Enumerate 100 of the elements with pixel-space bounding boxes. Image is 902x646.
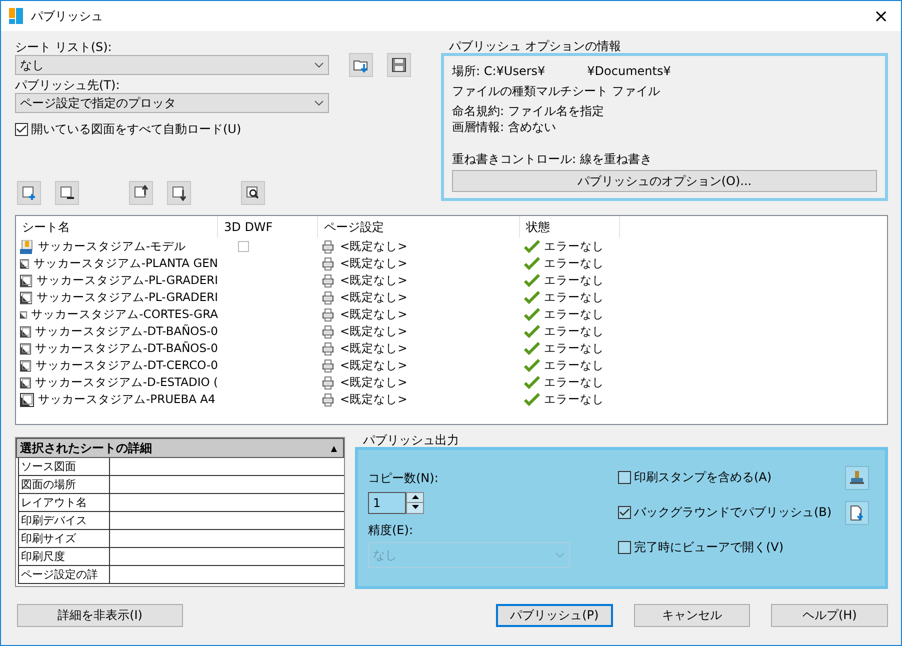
checkmark-icon [524, 274, 540, 287]
page-setup: <既定なし> [340, 256, 408, 271]
remove-sheet-icon [59, 185, 75, 201]
collapse-toggle[interactable]: ▲ [330, 444, 337, 452]
add-sheet-icon [21, 185, 37, 201]
sheet-name: サッカースタジアム-DT-BAÑOS-0 [35, 324, 218, 339]
layout-sheet-icon [20, 324, 32, 338]
document-download-icon [849, 504, 865, 520]
field-label: パブリッシュ先(T): [15, 77, 121, 93]
page-setup: <既定なし> [340, 375, 408, 390]
checkbox[interactable] [15, 123, 28, 136]
details-title: 選択されたシートの詳細 [20, 440, 152, 456]
remove-sheets-button[interactable] [55, 181, 79, 205]
detail-label: 印刷尺度 [18, 548, 110, 565]
page-setup: <既定なし> [340, 392, 408, 407]
column-header[interactable]: 状態 [520, 216, 620, 238]
plotter-icon [322, 308, 336, 322]
app-icon [9, 8, 23, 24]
page-setup: <既定なし> [340, 239, 408, 254]
copies-field[interactable]: 1 [368, 492, 406, 514]
page-setup: <既定なし> [340, 324, 408, 339]
load-list-button[interactable] [349, 53, 373, 77]
model-sheet-icon [20, 240, 34, 254]
stamp-icon [849, 470, 865, 486]
status-text: エラーなし [544, 256, 604, 271]
magnifier-icon [245, 185, 261, 201]
sheet-name: サッカースタジアム-DT-BAÑOS-0 [35, 341, 218, 356]
sheet-name: サッカースタジアム-PLANTA GEN [33, 256, 218, 271]
background-settings-button[interactable] [845, 500, 869, 524]
sheet-list-dropdown[interactable]: なし [15, 55, 329, 75]
publish-to-dropdown[interactable]: ページ設定で指定のプロッタ [15, 93, 329, 113]
layout-sheet-icon [20, 376, 31, 390]
page-setup: <既定なし> [340, 358, 408, 373]
checkbox[interactable] [618, 506, 631, 519]
sheet-name: サッカースタジアム-PL-GRADERI [36, 290, 218, 305]
status-text: エラーなし [544, 290, 604, 305]
layout-sheet-icon [20, 342, 32, 356]
details-header[interactable]: 選択されたシートの詳細 ▲ [16, 438, 344, 458]
status-text: エラーなし [544, 307, 604, 322]
dwf-checkbox[interactable] [238, 241, 249, 252]
hide-details-button[interactable]: 詳細を非表示(I) [17, 604, 184, 626]
detail-label: 図面の場所 [18, 476, 110, 493]
checkbox[interactable] [618, 471, 631, 484]
layout-sheet-icon [20, 274, 32, 288]
info-text: 重ね書きコントロール: 線を重ね書き [452, 151, 652, 168]
decrement-button[interactable] [407, 503, 423, 513]
info-text: 画層情報: [452, 119, 504, 136]
field-label: 精度(E): [368, 522, 414, 538]
checkbox-label: 印刷スタンプを含める(A) [634, 469, 773, 486]
sheet-name: サッカースタジアム-DT-CERCO-0 [35, 358, 218, 373]
increment-button[interactable] [407, 493, 423, 503]
layout-sheet-icon [20, 290, 32, 304]
detail-label: ソース図面 [18, 458, 110, 475]
plotter-icon [322, 358, 336, 372]
move-up-button[interactable] [129, 181, 153, 205]
sheet-name: サッカースタジアム-PL-GRADERI [36, 273, 218, 288]
checkmark-icon [524, 359, 540, 372]
field-label: コピー数(N): [368, 470, 440, 486]
close-button[interactable]: × [861, 1, 901, 31]
publish-options-button[interactable]: パブリッシュのオプション(O)... [452, 170, 877, 192]
detail-label: ページ設定の詳 [18, 566, 110, 583]
checkmark-icon [524, 393, 540, 406]
checkmark-icon [524, 342, 540, 355]
plotter-icon [322, 240, 336, 254]
plotter-icon [322, 376, 336, 390]
info-text: ファイルの種類マルチシート ファイル [452, 83, 660, 100]
add-sheets-button[interactable] [17, 181, 41, 205]
checkbox-label: 開いている図面をすべて自動ロード(U) [31, 121, 242, 138]
sheet-name: サッカースタジアム-D-ESTADIO ( [34, 375, 218, 390]
plotter-icon [322, 290, 336, 304]
checkmark-icon [524, 291, 540, 304]
sheet-name: サッカースタジアム-モデル [38, 239, 186, 254]
sheet-name: サッカースタジアム-CORTES-GRA [31, 307, 218, 322]
preview-button[interactable] [241, 181, 265, 205]
page-setup: <既定なし> [340, 307, 408, 322]
checkbox[interactable] [618, 541, 631, 554]
plotter-icon [322, 256, 336, 270]
up-arrow-icon [412, 495, 418, 499]
info-text: ファイル名を指定 [508, 103, 604, 120]
checkmark-icon [524, 308, 540, 321]
dialog-button[interactable]: ヘルプ(H) [771, 604, 888, 626]
checkbox-label: 完了時にビューアで開く(V) [634, 539, 785, 556]
checkmark-icon [524, 376, 540, 389]
info-text: 場所: C:¥Users¥ [452, 63, 546, 80]
info-text: 命名規約: [452, 103, 504, 120]
stamp-settings-button[interactable] [845, 466, 869, 490]
dialog-button[interactable]: パブリッシュ(P) [496, 604, 613, 626]
status-text: エラーなし [544, 358, 604, 373]
detail-label: 印刷サイズ [18, 530, 110, 547]
column-header[interactable]: ページ設定 [318, 216, 520, 238]
move-down-button[interactable] [167, 181, 191, 205]
column-header[interactable]: シート名 [16, 216, 218, 238]
status-text: エラーなし [544, 273, 604, 288]
save-list-button[interactable] [387, 53, 411, 77]
column-header[interactable]: 3D DWF [218, 216, 318, 238]
dialog-button[interactable]: キャンセル [634, 604, 750, 626]
down-arrow-icon [412, 505, 418, 509]
detail-label: レイアウト名 [18, 494, 110, 511]
layout-sheet-icon [20, 256, 30, 270]
status-text: エラーなし [544, 392, 604, 407]
